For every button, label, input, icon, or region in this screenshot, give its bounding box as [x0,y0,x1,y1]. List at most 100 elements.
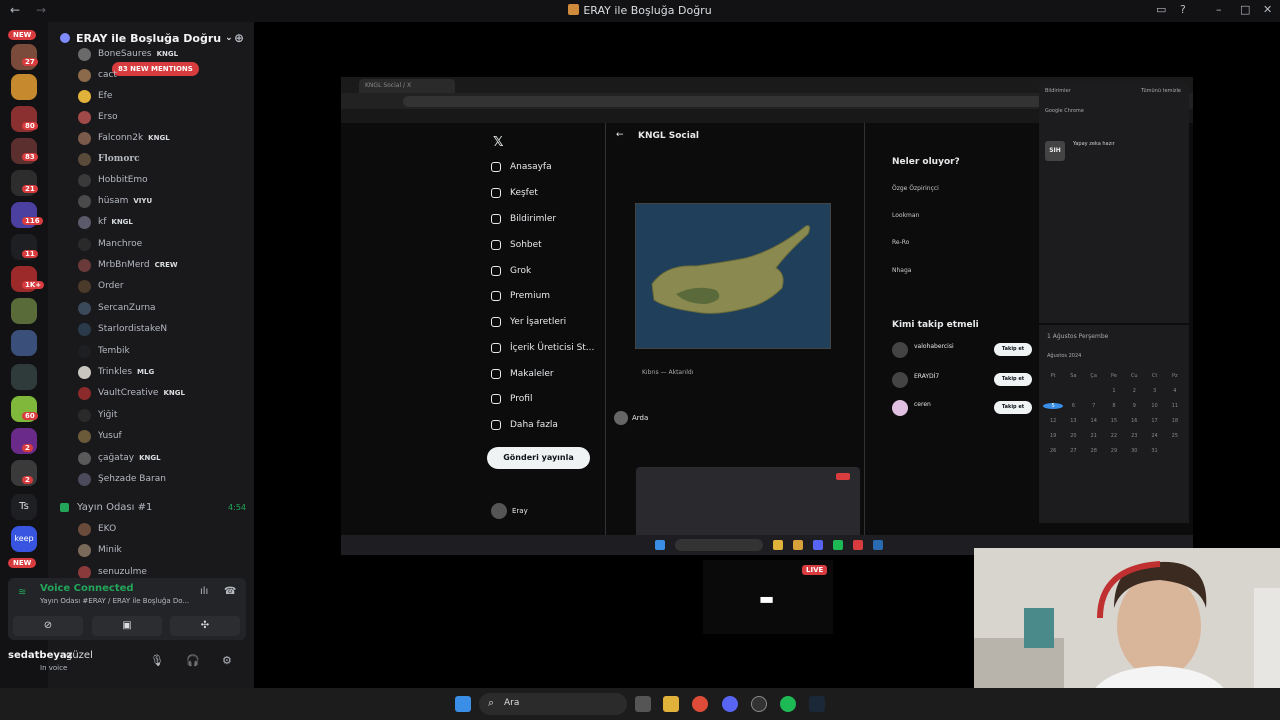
calendar-day[interactable]: 9 [1124,403,1144,409]
calendar-day[interactable]: Pz [1165,373,1185,379]
help-icon[interactable]: ? [1180,3,1186,16]
voice-user[interactable]: Falconn2k KNGL [78,128,170,148]
start-windows-icon[interactable] [455,696,471,712]
voice-user[interactable]: Tembik [78,341,130,361]
nav-icerik-ureticisi[interactable]: İçerik Üreticisi St... [491,340,594,356]
calendar-day[interactable]: 10 [1144,403,1164,409]
calendar-day[interactable]: 1 [1104,388,1124,394]
calendar-day[interactable]: 29 [1104,448,1124,454]
calendar-day[interactable]: 13 [1063,418,1083,424]
reply-post[interactable]: Arda [614,411,648,425]
calendar-day[interactable]: 31 [1144,448,1164,454]
calendar-day[interactable]: 12 [1043,418,1063,424]
task-view-icon[interactable] [635,696,651,712]
share-screen-button[interactable]: ▣ [92,616,162,636]
voice-user[interactable]: Şehzade Baran [78,469,166,489]
account-switcher[interactable]: Eray [491,503,528,519]
voice-user[interactable]: kf KNGL [78,212,133,232]
voice-location[interactable]: Yayın Odası #ERAY / ERAY ile Boşluğa Do.… [40,597,189,605]
back-arrow-icon[interactable]: ← [616,130,624,140]
voice-user[interactable]: MrbBnMerd CREW [78,255,178,275]
file-explorer-icon[interactable] [663,696,679,712]
voice-user[interactable]: Order [78,276,124,296]
calendar-day[interactable]: 3 [1144,388,1164,394]
calendar-day[interactable] [1043,388,1063,394]
nav-premium[interactable]: Premium [491,288,550,304]
clear-all-button[interactable]: Tümünü temizle [1141,88,1181,94]
follow-button[interactable]: Takip et [994,343,1032,356]
calendar-day[interactable]: 7 [1084,403,1104,409]
obs-icon[interactable] [751,696,767,712]
voice-status[interactable]: Voice Connected [40,583,134,594]
nav-yer-isaretleri[interactable]: Yer İşaretleri [491,314,566,330]
voice-user[interactable]: BoneSaures KNGL [78,44,178,64]
voice-user[interactable]: Erso [78,107,118,127]
calendar-day[interactable]: 14 [1084,418,1104,424]
calendar-day[interactable]: Pe [1104,373,1124,379]
server-ts[interactable]: Ts [11,494,37,520]
nav-anasayfa[interactable]: Anasayfa [491,159,552,175]
trend-item[interactable]: Re-Ro [892,239,909,246]
nav-makaleler[interactable]: Makaleler [491,366,554,382]
voice-user[interactable]: EKO [78,519,116,539]
calendar-grid[interactable]: Pt Sa Ça Pe Cu Ct Pz 1 2 3 4 5 6 7 8 9 10 11 12 13 14 15 16 17 1… [1043,373,1185,454]
calendar-day[interactable] [1165,448,1185,454]
steam-icon[interactable] [809,696,825,712]
server-keep[interactable]: keep [11,526,37,552]
calendar-day[interactable] [1063,388,1083,394]
chrome-icon[interactable] [692,696,708,712]
browser-tab[interactable]: KNGL Social / X [359,79,455,93]
follow-suggestion[interactable]: ceren Takip et [892,399,1036,417]
calendar-day[interactable]: Cu [1124,373,1144,379]
voice-user[interactable]: SercanZurna [78,298,156,318]
calendar-day[interactable]: 23 [1124,433,1144,439]
calendar-day[interactable]: 25 [1165,433,1185,439]
voice-user[interactable]: Efe [78,86,112,106]
voice-user[interactable]: cact [78,65,117,85]
voice-user[interactable]: Trinkles MLG [78,362,154,382]
calendar-day[interactable]: 28 [1084,448,1104,454]
headphones-icon[interactable]: 🎧 [186,654,200,667]
maximize-button[interactable]: □ [1240,3,1250,16]
voice-user[interactable]: HobbitEmo [78,170,148,190]
post-button[interactable]: Gönderi yayınla [487,447,590,469]
minimize-button[interactable]: – [1216,3,1222,16]
spotify-icon[interactable] [780,696,796,712]
calendar-day[interactable]: 16 [1124,418,1144,424]
taskbar-search[interactable]: ⌕ Ara [479,693,627,715]
x-logo-icon[interactable]: 𝕏 [493,135,503,150]
voice-user[interactable]: VaultCreative KNGL [78,383,185,403]
calendar-day[interactable]: 8 [1104,403,1124,409]
disconnect-icon[interactable]: ☎ [224,586,236,597]
trend-item[interactable]: Lookman [892,212,919,219]
voice-user[interactable]: StarlordistakeN [78,319,167,339]
camera-off-button[interactable]: ⊘ [13,616,83,636]
calendar-day[interactable]: 20 [1063,433,1083,439]
calendar-day[interactable]: 22 [1104,433,1124,439]
server-icon[interactable] [11,298,37,324]
trend-item[interactable]: Nhaga [892,267,911,274]
voice-user[interactable]: Flomorc [78,149,140,169]
calendar-day[interactable]: 4 [1165,388,1185,394]
voice-user[interactable]: Manchroe [78,234,142,254]
voice-user[interactable]: Yiğit [78,405,117,425]
url-field[interactable] [403,96,1043,107]
calendar-day[interactable]: 5 [1043,403,1064,409]
trend-item[interactable]: Özge Özpirinçci [892,185,939,192]
calendar-month[interactable]: Ağustos 2024 [1047,353,1081,359]
follow-button[interactable]: Takip et [994,401,1032,414]
calendar-day[interactable]: Pt [1043,373,1063,379]
follow-button[interactable]: Takip et [994,373,1032,386]
activities-button[interactable]: ✣ [170,616,240,636]
calendar-day[interactable]: Ct [1144,373,1164,379]
calendar-day[interactable]: 19 [1043,433,1063,439]
calendar-day[interactable]: 6 [1063,403,1083,409]
nav-grok[interactable]: Grok [491,263,531,279]
calendar-day[interactable]: Sa [1063,373,1083,379]
server-icon[interactable] [11,364,37,390]
inbox-icon[interactable]: ▭ [1156,3,1166,16]
noise-suppression-icon[interactable]: ılı [200,586,208,597]
add-user-icon[interactable]: ⊕ [234,31,244,45]
red-button-icon[interactable] [836,473,850,480]
calendar-day[interactable]: 11 [1165,403,1185,409]
